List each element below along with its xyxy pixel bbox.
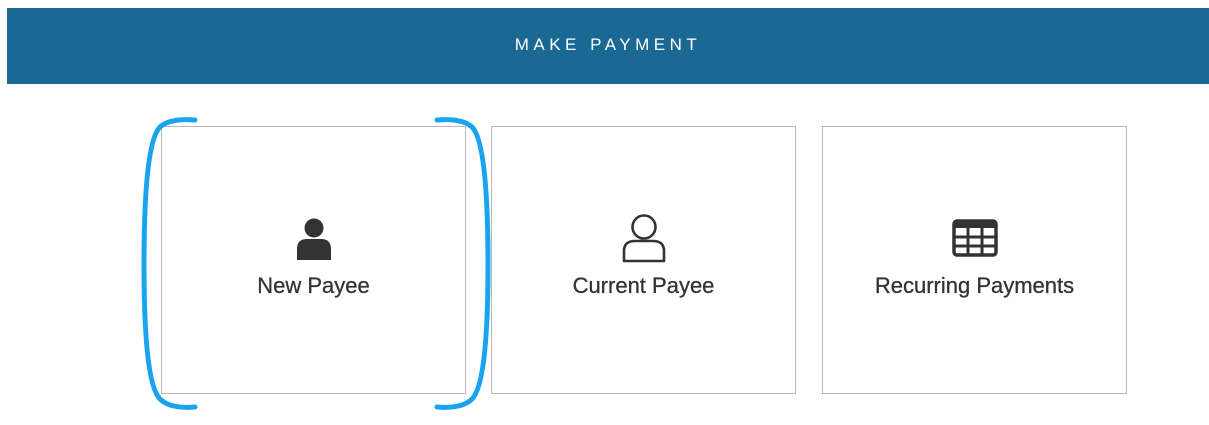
recurring-payments-label: Recurring Payments <box>874 273 1075 298</box>
new-payee-card[interactable]: New Payee <box>161 126 466 394</box>
new-payee-label: New Payee <box>257 273 370 298</box>
user-filled-icon <box>296 218 331 260</box>
user-outline-icon <box>622 214 665 263</box>
make-payment-page: MAKE PAYMENT New Payee Current Payee Rec… <box>0 0 1209 425</box>
page-title: MAKE PAYMENT <box>514 35 702 54</box>
current-payee-label: Current Payee <box>572 273 715 298</box>
recurring-payments-card[interactable]: Recurring Payments <box>822 126 1127 394</box>
header-bar: MAKE PAYMENT <box>7 8 1209 84</box>
current-payee-card[interactable]: Current Payee <box>491 126 796 394</box>
table-grid-icon <box>951 219 998 257</box>
